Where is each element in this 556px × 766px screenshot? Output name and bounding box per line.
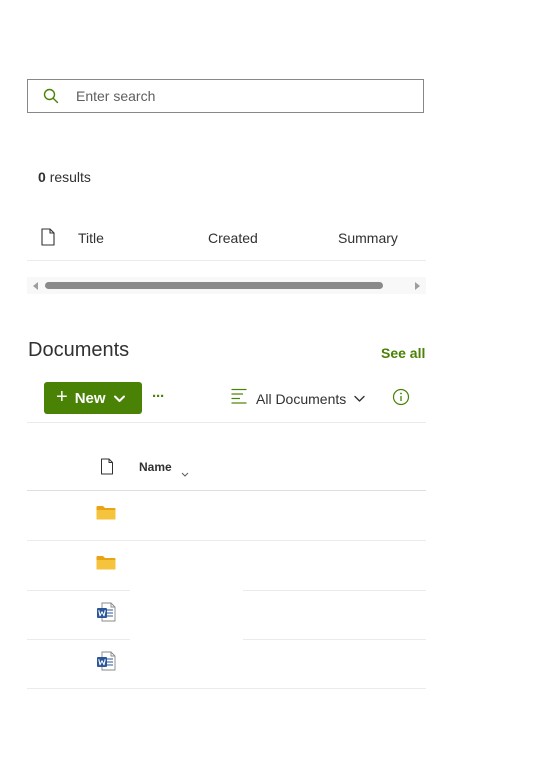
scroll-right-arrow-icon[interactable]: [415, 282, 420, 290]
list-item[interactable]: [27, 639, 426, 689]
documents-title: Documents: [28, 339, 130, 361]
search-input[interactable]: [74, 87, 423, 105]
list-item-name[interactable]: [130, 491, 243, 540]
list-item-name[interactable]: [130, 639, 243, 688]
list-item[interactable]: [27, 491, 426, 541]
word-doc-icon: [96, 602, 116, 627]
document-list-header: Name: [27, 444, 426, 491]
column-header-name[interactable]: Name: [139, 460, 172, 474]
column-header-summary[interactable]: Summary: [338, 230, 398, 246]
view-selector-label: All Documents: [256, 390, 347, 407]
search-box[interactable]: [27, 79, 424, 113]
scroll-left-arrow-icon[interactable]: [33, 282, 38, 290]
new-button[interactable]: + New: [44, 382, 142, 414]
new-button-label: New: [74, 389, 106, 407]
chevron-down-icon: [113, 390, 125, 408]
sort-chevron-icon[interactable]: [181, 464, 189, 482]
plus-icon: +: [56, 386, 68, 408]
folder-icon: [96, 555, 116, 575]
results-count-number: 0: [38, 169, 46, 185]
list-item[interactable]: [27, 541, 426, 591]
search-icon: [41, 86, 61, 106]
info-icon: [392, 388, 410, 410]
info-button[interactable]: [392, 388, 410, 411]
document-icon: [100, 458, 114, 480]
document-icon: [40, 228, 56, 251]
results-table-header: Title Created Summary: [27, 220, 426, 261]
chevron-down-icon: [354, 390, 365, 408]
horizontal-scrollbar[interactable]: [27, 277, 426, 294]
word-doc-icon: [96, 651, 116, 676]
results-count: 0 results: [38, 169, 91, 185]
scrollbar-thumb[interactable]: [45, 282, 383, 289]
folder-icon: [96, 505, 116, 525]
more-options-button[interactable]: ···: [152, 388, 165, 405]
column-header-created[interactable]: Created: [208, 230, 258, 246]
results-count-label: results: [49, 169, 91, 185]
see-all-link[interactable]: See all: [381, 345, 425, 361]
list-item-name[interactable]: [130, 590, 243, 639]
view-lines-icon: [231, 388, 247, 409]
list-item[interactable]: [27, 590, 426, 640]
view-selector[interactable]: All Documents: [231, 388, 365, 409]
column-header-title[interactable]: Title: [78, 230, 104, 246]
command-bar-divider: [27, 422, 426, 423]
list-item-name[interactable]: [130, 541, 243, 590]
